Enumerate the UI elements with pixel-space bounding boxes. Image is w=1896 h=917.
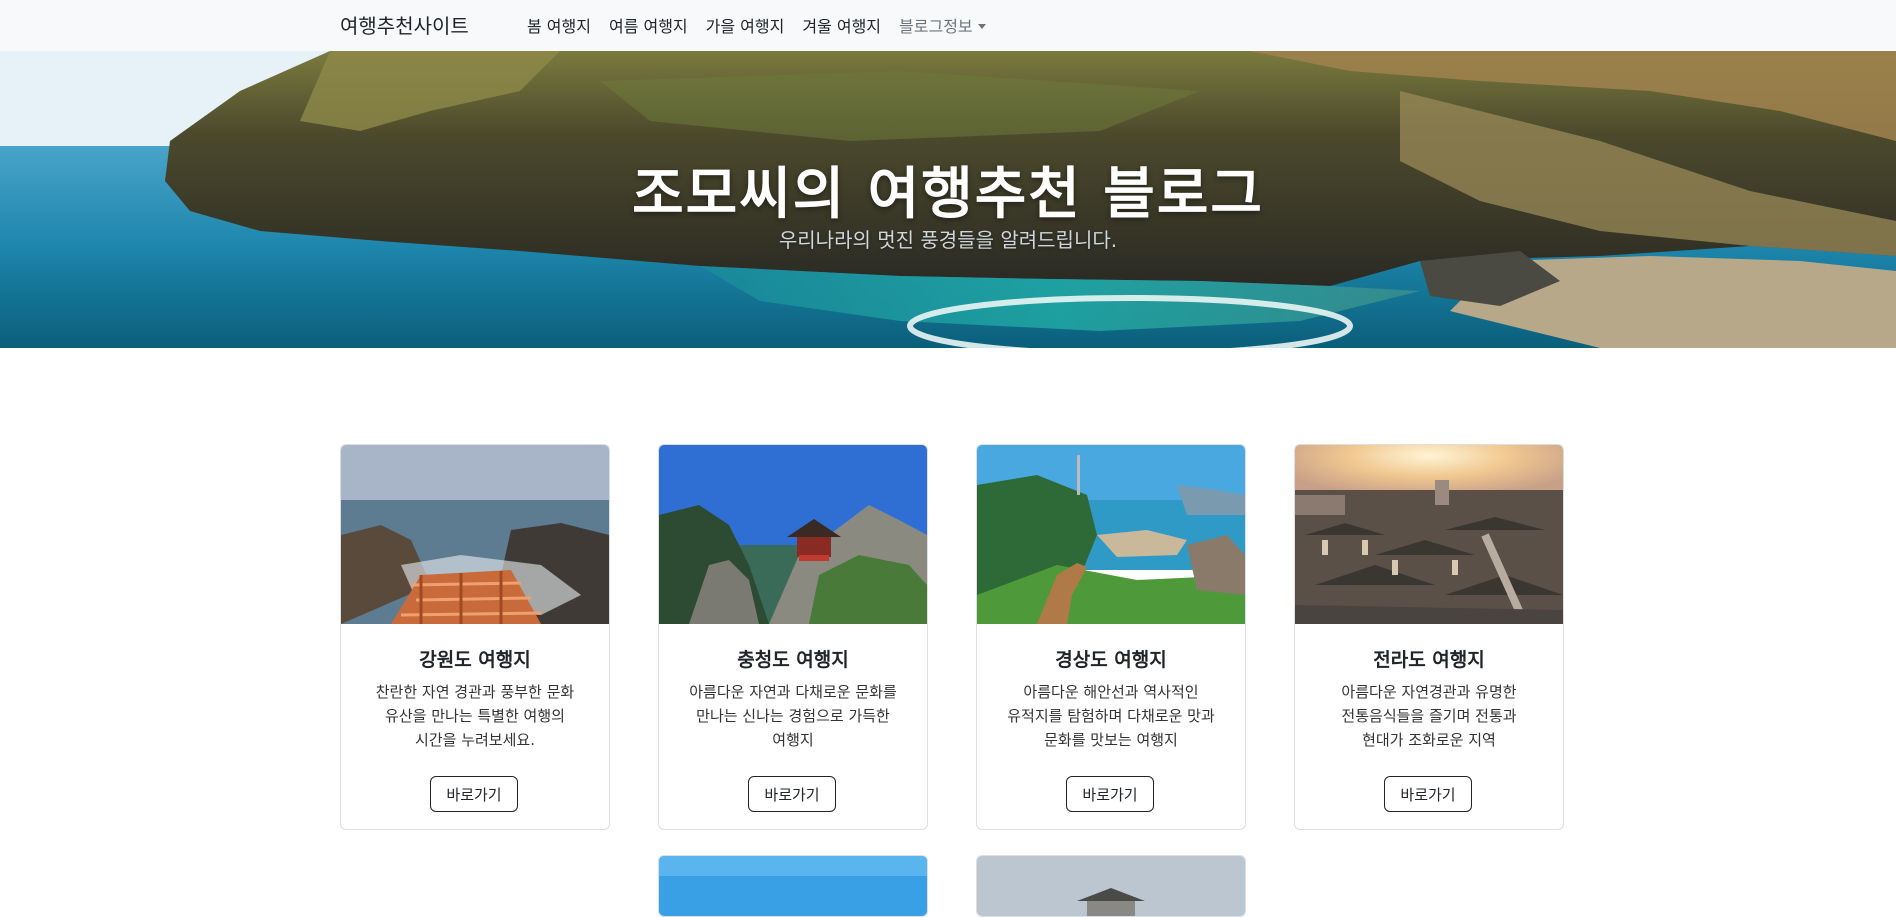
card-image-partial-2: [977, 856, 1245, 916]
go-button-chungcheong[interactable]: 바로가기: [748, 776, 836, 812]
nav-link-summer[interactable]: 여름 여행지: [609, 13, 688, 37]
nav-link-winter[interactable]: 겨울 여행지: [802, 13, 881, 37]
hero-banner: 조모씨의 여행추천 블로그 우리나라의 멋진 풍경들을 알려드립니다.: [0, 51, 1896, 348]
card-title: 경상도 여행지: [1055, 649, 1167, 671]
go-button-jeolla[interactable]: 바로가기: [1384, 776, 1472, 812]
card-partial-2: [976, 855, 1246, 917]
card-title: 전라도 여행지: [1373, 649, 1485, 671]
card-text: 아름다운 자연경관과 유명한 전통음식들을 즐기며 전통과 현대가 조화로운 지…: [1341, 683, 1517, 749]
brand-link[interactable]: 여행추천사이트: [340, 10, 469, 39]
card-image-gangwon: [341, 445, 609, 624]
card-gangwon: 강원도 여행지 찬란한 자연 경관과 풍부한 문화 유산을 만나는 특별한 여행…: [340, 444, 610, 830]
nav-menu: 봄 여행지 여름 여행지 가을 여행지 겨울 여행지 블로그정보: [527, 13, 986, 37]
card-title: 충청도 여행지: [737, 649, 849, 671]
card-image-gyeongsang: [977, 445, 1245, 624]
hero-subtitle: 우리나라의 멋진 풍경들을 알려드립니다.: [778, 228, 1118, 252]
go-button-gyeongsang[interactable]: 바로가기: [1066, 776, 1154, 812]
hero-title: 조모씨의 여행추천 블로그: [632, 162, 1264, 227]
card-gyeongsang: 경상도 여행지 아름다운 해안선과 역사적인 유적지를 탐험하며 다채로운 맛과…: [976, 444, 1246, 830]
card-jeolla: 전라도 여행지 아름다운 자연경관과 유명한 전통음식들을 즐기며 전통과 현대…: [1294, 444, 1564, 830]
card-image-partial-1: [659, 856, 927, 916]
navbar: 여행추천사이트 봄 여행지 여름 여행지 가을 여행지 겨울 여행지 블로그정보: [0, 0, 1896, 51]
card-image-jeolla: [1295, 445, 1563, 624]
card-text: 아름다운 해안선과 역사적인 유적지를 탐험하며 다채로운 맛과 문화를 맛보는…: [1007, 683, 1215, 749]
go-button-gangwon[interactable]: 바로가기: [430, 776, 518, 812]
card-chungcheong: 충청도 여행지 아름다운 자연과 다채로운 문화를 만나는 신나는 경험으로 가…: [658, 444, 928, 830]
nav-link-autumn[interactable]: 가을 여행지: [706, 13, 785, 37]
card-text: 아름다운 자연과 다채로운 문화를 만나는 신나는 경험으로 가득한 여행지: [689, 683, 897, 749]
nav-link-spring[interactable]: 봄 여행지: [527, 13, 591, 37]
card-partial-1: [658, 855, 928, 917]
nav-dropdown-label: 블로그정보: [899, 17, 973, 36]
nav-dropdown-blog-info[interactable]: 블로그정보: [899, 13, 986, 37]
card-image-chungcheong: [659, 445, 927, 624]
caret-down-icon: [977, 24, 986, 29]
card-text: 찬란한 자연 경관과 풍부한 문화 유산을 만나는 특별한 여행의 시간을 누려…: [375, 683, 575, 749]
card-title: 강원도 여행지: [419, 649, 531, 671]
